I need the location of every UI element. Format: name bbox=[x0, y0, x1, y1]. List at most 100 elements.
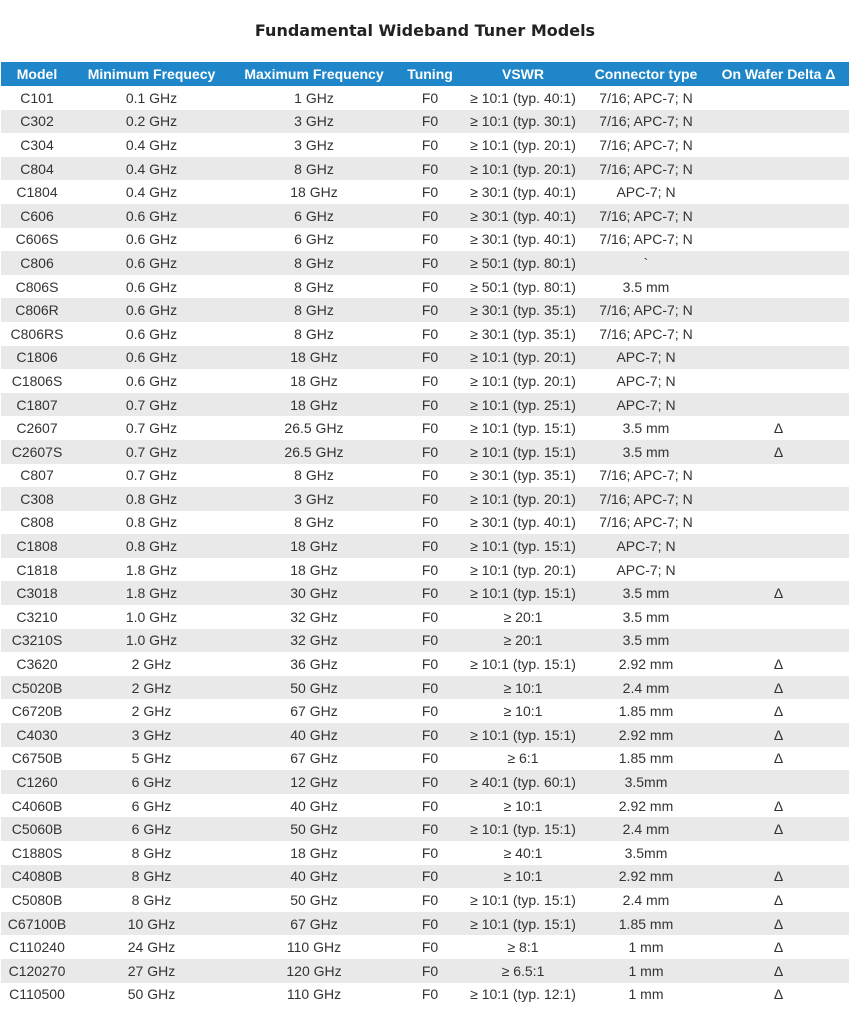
cell-max-frequency: 8 GHz bbox=[230, 298, 398, 322]
cell-min-frequency: 2 GHz bbox=[73, 652, 230, 676]
column-header-min-frequency: Minimum Frequecy bbox=[73, 62, 230, 86]
page-title: Fundamental Wideband Tuner Models bbox=[254, 21, 596, 40]
table-row: C1806S 0.6 GHz 18 GHz F0 ≥ 10:1 (typ. 20:1) A… bbox=[1, 369, 849, 393]
cell-on-wafer-delta: Δ bbox=[708, 935, 849, 959]
cell-model: C806R bbox=[1, 298, 73, 322]
cell-on-wafer-delta: Δ bbox=[708, 699, 849, 724]
cell-model: C4060B bbox=[1, 793, 73, 818]
cell-tuning: F0 bbox=[398, 274, 462, 299]
cell-connector-type: 2.92 mm bbox=[584, 723, 708, 747]
cell-connector-type: 3.5 mm bbox=[584, 628, 708, 653]
cell-connector-type: 7/16; APC-7; N bbox=[584, 203, 708, 228]
cell-connector-type: 7/16; APC-7; N bbox=[584, 463, 708, 488]
table-row: C6720B 2 GHz 67 GHz F0 ≥ 10:1 1.85 mm Δ bbox=[1, 699, 849, 724]
cell-model: C2607 bbox=[1, 416, 73, 440]
cell-tuning: F0 bbox=[398, 605, 462, 629]
table-row: C1804 0.4 GHz 18 GHz F0 ≥ 30:1 (typ. 40:1) AP… bbox=[1, 180, 849, 204]
cell-model: C1260 bbox=[1, 770, 73, 794]
cell-max-frequency: 30 GHz bbox=[230, 581, 398, 606]
cell-max-frequency: 120 GHz bbox=[230, 958, 398, 983]
cell-max-frequency: 8 GHz bbox=[230, 463, 398, 488]
cell-on-wafer-delta bbox=[708, 392, 849, 417]
table-row: C1260 6 GHz 12 GHz F0 ≥ 40:1 (typ. 60:1) 3.5m… bbox=[1, 770, 849, 794]
cell-connector-type: APC-7; N bbox=[584, 392, 708, 417]
cell-model: C807 bbox=[1, 463, 73, 488]
cell-vswr: ≥ 6.5:1 bbox=[462, 958, 584, 983]
cell-connector-type: 1 mm bbox=[584, 982, 708, 1007]
cell-model: C120270 bbox=[1, 958, 73, 983]
cell-max-frequency: 18 GHz bbox=[230, 557, 398, 582]
table-row: C120270 27 GHz 120 GHz F0 ≥ 6.5:1 1 mm Δ bbox=[1, 958, 849, 983]
cell-on-wafer-delta bbox=[708, 628, 849, 653]
table-header: Model Minimum Frequecy Maximum Frequency… bbox=[1, 62, 849, 86]
cell-max-frequency: 8 GHz bbox=[230, 274, 398, 299]
cell-model: C6720B bbox=[1, 699, 73, 724]
cell-model: C5020B bbox=[1, 675, 73, 700]
cell-tuning: F0 bbox=[398, 911, 462, 936]
cell-min-frequency: 0.4 GHz bbox=[73, 133, 230, 157]
cell-on-wafer-delta: Δ bbox=[708, 581, 849, 606]
cell-tuning: F0 bbox=[398, 652, 462, 676]
cell-connector-type: 3.5 mm bbox=[584, 581, 708, 606]
cell-on-wafer-delta bbox=[708, 86, 849, 110]
header-row: Model Minimum Frequecy Maximum Frequency… bbox=[1, 62, 849, 86]
cell-min-frequency: 1.0 GHz bbox=[73, 605, 230, 629]
cell-tuning: F0 bbox=[398, 888, 462, 912]
table-row: C804 0.4 GHz 8 GHz F0 ≥ 10:1 (typ. 20:1) 7/16… bbox=[1, 156, 849, 181]
cell-max-frequency: 18 GHz bbox=[230, 392, 398, 417]
cell-model: C302 bbox=[1, 109, 73, 134]
cell-min-frequency: 6 GHz bbox=[73, 817, 230, 841]
table-row: C2607 0.7 GHz 26.5 GHz F0 ≥ 10:1 (typ. 15:1)… bbox=[1, 416, 849, 440]
table-row: C4030 3 GHz 40 GHz F0 ≥ 10:1 (typ. 15:1) 2.92… bbox=[1, 723, 849, 747]
cell-vswr: ≥ 10:1 (typ. 30:1) bbox=[462, 109, 584, 134]
cell-model: C2607S bbox=[1, 439, 73, 464]
table-row: C304 0.4 GHz 3 GHz F0 ≥ 10:1 (typ. 20:1) 7/16… bbox=[1, 133, 849, 157]
cell-tuning: F0 bbox=[398, 227, 462, 252]
table-row: C806RS 0.6 GHz 8 GHz F0 ≥ 30:1 (typ. 35:1) 7/… bbox=[1, 321, 849, 346]
cell-min-frequency: 0.8 GHz bbox=[73, 510, 230, 535]
table-row: C302 0.2 GHz 3 GHz F0 ≥ 10:1 (typ. 30:1) 7/16… bbox=[1, 109, 849, 134]
cell-tuning: F0 bbox=[398, 770, 462, 794]
cell-tuning: F0 bbox=[398, 416, 462, 440]
cell-model: C67100B bbox=[1, 911, 73, 936]
cell-min-frequency: 10 GHz bbox=[73, 911, 230, 936]
cell-model: C3210S bbox=[1, 628, 73, 653]
cell-on-wafer-delta: Δ bbox=[708, 439, 849, 464]
cell-connector-type: 2.92 mm bbox=[584, 793, 708, 818]
cell-max-frequency: 26.5 GHz bbox=[230, 439, 398, 464]
cell-connector-type: 2.4 mm bbox=[584, 888, 708, 912]
cell-tuning: F0 bbox=[398, 841, 462, 865]
cell-max-frequency: 50 GHz bbox=[230, 888, 398, 912]
cell-min-frequency: 3 GHz bbox=[73, 723, 230, 747]
cell-tuning: F0 bbox=[398, 345, 462, 370]
cell-max-frequency: 67 GHz bbox=[230, 746, 398, 771]
cell-connector-type: 1.85 mm bbox=[584, 911, 708, 936]
cell-on-wafer-delta: Δ bbox=[708, 723, 849, 747]
table-row: C1808 0.8 GHz 18 GHz F0 ≥ 10:1 (typ. 15:1) AP… bbox=[1, 534, 849, 558]
cell-vswr: ≥ 10:1 (typ. 15:1) bbox=[462, 911, 584, 936]
column-header-connector-type: Connector type bbox=[584, 62, 708, 86]
cell-connector-type: 1 mm bbox=[584, 958, 708, 983]
cell-max-frequency: 50 GHz bbox=[230, 817, 398, 841]
cell-on-wafer-delta bbox=[708, 156, 849, 181]
cell-connector-type: APC-7; N bbox=[584, 534, 708, 558]
cell-tuning: F0 bbox=[398, 628, 462, 653]
cell-connector-type: APC-7; N bbox=[584, 180, 708, 204]
cell-max-frequency: 6 GHz bbox=[230, 203, 398, 228]
cell-model: C808 bbox=[1, 510, 73, 535]
table-row: C4080B 8 GHz 40 GHz F0 ≥ 10:1 2.92 mm Δ bbox=[1, 864, 849, 889]
cell-max-frequency: 40 GHz bbox=[230, 723, 398, 747]
cell-max-frequency: 18 GHz bbox=[230, 345, 398, 370]
cell-tuning: F0 bbox=[398, 298, 462, 322]
cell-model: C606 bbox=[1, 203, 73, 228]
cell-tuning: F0 bbox=[398, 203, 462, 228]
cell-min-frequency: 0.6 GHz bbox=[73, 227, 230, 252]
cell-vswr: ≥ 30:1 (typ. 35:1) bbox=[462, 298, 584, 322]
tuner-models-table: Model Minimum Frequecy Maximum Frequency… bbox=[1, 62, 849, 1007]
cell-min-frequency: 0.6 GHz bbox=[73, 251, 230, 275]
cell-vswr: ≥ 10:1 bbox=[462, 675, 584, 700]
cell-max-frequency: 67 GHz bbox=[230, 699, 398, 724]
cell-min-frequency: 6 GHz bbox=[73, 770, 230, 794]
cell-min-frequency: 0.8 GHz bbox=[73, 487, 230, 511]
cell-on-wafer-delta bbox=[708, 345, 849, 370]
